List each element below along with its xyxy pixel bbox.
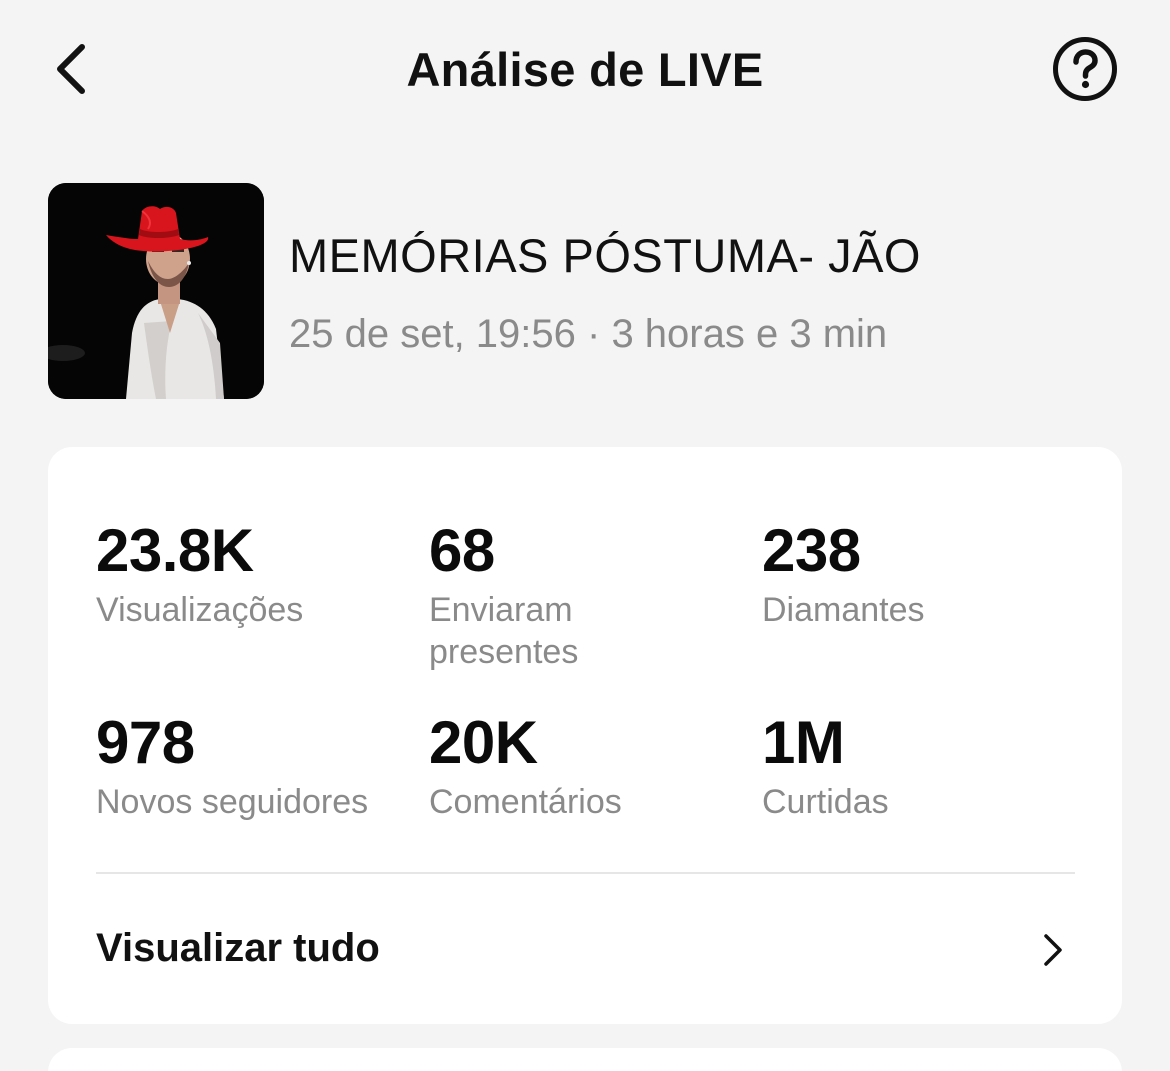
stat-label: Visualizações [96, 591, 304, 629]
question-circle-icon [1053, 37, 1117, 101]
live-analysis-screen: Análise de LIVE MEMÓRIAS PÓSTUMA- JÃO 25… [0, 0, 1170, 1071]
stat-new-followers: 978 Novos seguidores [96, 711, 416, 823]
performer-red-cowboy-hat-image [48, 183, 264, 399]
stat-label: Curtidas [762, 783, 889, 821]
view-all-label: Visualizar tudo [96, 926, 380, 970]
stat-comments: 20K Comentários [429, 711, 749, 823]
live-date-duration: 25 de set, 19:56 · 3 horas e 3 min [289, 312, 888, 356]
view-all-button[interactable]: Visualizar tudo [48, 874, 1122, 1024]
stat-diamonds: 238 Diamantes [762, 519, 1082, 631]
live-title: MEMÓRIAS PÓSTUMA- JÃO [289, 229, 921, 282]
stats-card: 23.8K Visualizações 68 Enviaram presente… [48, 447, 1122, 1024]
next-card [48, 1048, 1122, 1071]
stat-label: Diamantes [762, 591, 925, 629]
stat-views: 23.8K Visualizações [96, 519, 416, 631]
top-bar: Análise de LIVE [0, 0, 1170, 140]
stat-label: Enviaram presentes [429, 591, 579, 671]
help-button[interactable] [1052, 36, 1118, 102]
stat-value: 20K [429, 709, 538, 776]
stat-value: 1M [762, 709, 845, 776]
page-title: Análise de LIVE [406, 43, 764, 96]
chevron-right-icon [1044, 934, 1062, 966]
stat-likes: 1M Curtidas [762, 711, 1082, 823]
stat-value: 978 [96, 709, 195, 776]
stat-value: 238 [762, 517, 861, 584]
live-thumbnail [48, 183, 264, 399]
stat-label: Novos seguidores [96, 783, 369, 821]
stat-label: Comentários [429, 783, 622, 821]
stat-value: 68 [429, 517, 495, 584]
stat-gifters: 68 Enviaram presentes [429, 519, 629, 673]
stat-value: 23.8K [96, 517, 254, 584]
